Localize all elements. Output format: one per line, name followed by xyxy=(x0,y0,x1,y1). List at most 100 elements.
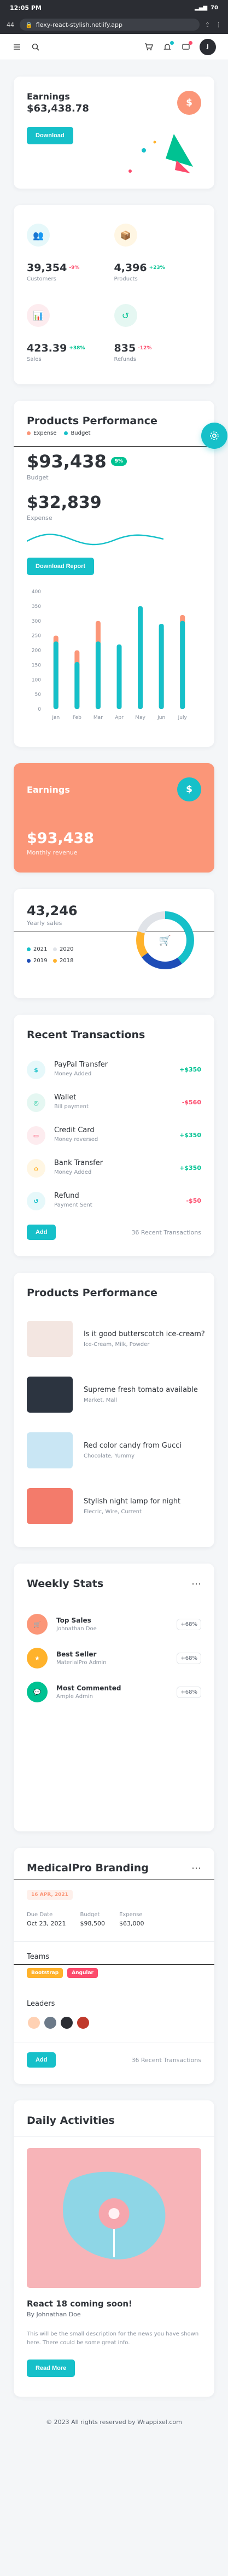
transaction-row[interactable]: ⌂ Bank Transfer Money Added +$350 xyxy=(27,1159,201,1178)
budget-value: $93,438 xyxy=(27,451,107,472)
legend-item: 2019 xyxy=(27,958,53,964)
settings-fab[interactable] xyxy=(201,423,227,449)
branding-count: 36 Recent Transactions xyxy=(131,2056,201,2064)
stat-value: 835 xyxy=(114,342,136,354)
y-tick-label: 50 xyxy=(35,692,42,698)
leader-avatar[interactable] xyxy=(60,2016,74,2030)
bar-budget xyxy=(74,662,80,709)
x-tick-label: Jan xyxy=(51,715,60,721)
x-tick-label: Jun xyxy=(157,715,165,721)
products-list-card: Products Performance Is it good buttersc… xyxy=(14,1273,214,1547)
y-tick-label: 200 xyxy=(32,648,41,654)
download-button[interactable]: Download xyxy=(27,127,73,144)
y-tick-label: 400 xyxy=(32,589,41,595)
expense-value: $32,839 xyxy=(27,493,102,512)
more-options-icon[interactable]: ⋯ xyxy=(191,1578,201,1590)
transactions-count: 36 Recent Transactions xyxy=(131,1228,201,1236)
daily-activities-card: Daily Activities React 18 coming soon! B… xyxy=(14,2100,214,2397)
stat-label: Customers xyxy=(27,276,56,282)
browser-bar: 44 🔒 flexy-react-stylish.netlify.app ⇪ ⋮ xyxy=(0,15,228,34)
credit-card-icon: ▭ xyxy=(27,1126,45,1145)
weekly-stat-info: Most Commented Ample Admin xyxy=(56,1684,121,1700)
earnings-card: Earnings $63,438.78 $ Download xyxy=(14,77,214,189)
stat-value-row: 4,396 +23% xyxy=(114,262,202,274)
search-icon[interactable] xyxy=(31,42,40,52)
messages-icon[interactable] xyxy=(181,40,192,52)
branding-card: MedicalPro Branding ⋯ 16 APR, 2021 Due D… xyxy=(14,1848,214,2084)
yearly-sales-donut: 🛒 xyxy=(136,911,194,969)
team-tag[interactable]: Angular xyxy=(67,1968,98,1978)
status-bar: 12:05 PM ▂▄▆ 70 xyxy=(0,0,228,15)
products-performance-title: Products Performance xyxy=(27,415,157,427)
download-report-button[interactable]: Download Report xyxy=(27,558,95,575)
earnings-title: Earnings xyxy=(27,91,70,102)
transaction-sub: Money Added xyxy=(54,1169,92,1175)
expense-sparkline xyxy=(27,534,163,546)
stat-change: -9% xyxy=(69,265,80,271)
browser-menu-icon[interactable]: ⋮ xyxy=(215,21,221,28)
team-tag[interactable]: Bootstrap xyxy=(27,1968,63,1978)
transaction-info: Refund Payment Sent xyxy=(54,1192,92,1208)
transaction-row[interactable]: $ PayPal Transfer Money Added +$350 xyxy=(27,1061,201,1079)
add-transaction-button[interactable]: Add xyxy=(27,1225,56,1240)
stat-products: 📦 4,396 +23% Products xyxy=(114,224,202,282)
activity-image xyxy=(27,2148,201,2288)
transaction-info: Wallet Bill payment xyxy=(54,1093,89,1110)
transaction-name: PayPal Transfer xyxy=(54,1061,108,1069)
transaction-amount: +$350 xyxy=(179,1164,201,1172)
paypal-icon: $ xyxy=(27,1061,45,1079)
user-avatar[interactable]: J xyxy=(200,38,216,55)
menu-icon[interactable] xyxy=(12,42,22,52)
stat-label: Products xyxy=(114,276,138,282)
transaction-sub: Money Added xyxy=(54,1071,92,1077)
stat-value-row: 39,354 -9% xyxy=(27,262,114,274)
bar-budget xyxy=(116,644,122,709)
read-more-button[interactable]: Read More xyxy=(27,2360,75,2377)
weekly-stat-info: Best Seller MaterialPro Admin xyxy=(56,1650,107,1666)
transaction-name: Bank Transfer xyxy=(54,1159,103,1167)
transaction-name: Credit Card xyxy=(54,1126,95,1134)
weekly-stat-row: 💬 Most Commented Ample Admin +68% xyxy=(27,1682,201,1702)
transaction-row[interactable]: ▭ Credit Card Money reversed +$350 xyxy=(27,1126,201,1145)
cart-icon[interactable] xyxy=(144,42,154,52)
legend-year: 2019 xyxy=(33,958,48,964)
leader-avatar[interactable] xyxy=(76,2016,90,2030)
dollar-icon: $ xyxy=(177,91,201,115)
branding-date-badge: 16 APR, 2021 xyxy=(27,1890,73,1900)
stat-refunds: ↺ 835 -12% Refunds xyxy=(114,304,202,362)
stat-label: Sales xyxy=(27,356,42,362)
branding-more-icon[interactable]: ⋯ xyxy=(191,1863,201,1874)
product-row[interactable]: Supreme fresh tomato available Market, Ma… xyxy=(27,1377,201,1413)
products-bar-chart: 0 50 100 150 200 250 300 350 400 Jan Feb Mar Apr May J… xyxy=(32,589,188,721)
star-icon: ★ xyxy=(27,1648,48,1668)
branding-col-label: Expense xyxy=(119,1912,143,1918)
weekly-stat-pill: +68% xyxy=(177,1686,201,1698)
bar-budget xyxy=(159,624,164,709)
product-name: Red color candy from Gucci xyxy=(84,1442,182,1450)
add-leader-button[interactable]: Add xyxy=(27,2052,56,2068)
leader-avatar[interactable] xyxy=(27,2016,41,2030)
leader-avatar[interactable] xyxy=(43,2016,57,2030)
transaction-sub: Bill payment xyxy=(54,1104,89,1110)
transaction-row[interactable]: ◎ Wallet Bill payment -$560 xyxy=(27,1093,201,1112)
product-row[interactable]: Red color candy from Gucci Chocolate, Yum… xyxy=(27,1432,201,1468)
notifications-icon[interactable] xyxy=(162,40,174,52)
signal-icon: ▂▄▆ xyxy=(195,4,208,11)
share-icon[interactable]: ⇪ xyxy=(205,21,210,28)
tab-count[interactable]: 44 xyxy=(7,21,14,28)
comment-icon: 💬 xyxy=(27,1682,48,1702)
transaction-row[interactable]: ↺ Refund Payment Sent -$50 xyxy=(27,1192,201,1210)
weekly-stat-title: Best Seller xyxy=(56,1650,97,1658)
url-bar[interactable]: 🔒 flexy-react-stylish.netlify.app xyxy=(20,19,200,31)
branding-col-value: Oct 23, 2021 xyxy=(27,1920,66,1927)
app-topbar: J xyxy=(0,34,228,60)
product-row[interactable]: Is it good butterscotch ice-cream? Ice-Cr… xyxy=(27,1321,205,1357)
product-tags: Elecric, Wire, Current xyxy=(84,1509,142,1515)
cart-icon: 🛒 xyxy=(159,934,171,946)
products-performance-card: Products Performance Expense Budget $93,… xyxy=(14,401,227,747)
stat-sales: 📊 423.39 +38% Sales xyxy=(27,304,114,362)
banner-title: Earnings xyxy=(27,784,70,795)
product-image xyxy=(27,1377,73,1413)
y-tick-label: 350 xyxy=(32,604,41,610)
product-row[interactable]: Stylish night lamp for night Elecric, Wir… xyxy=(27,1488,201,1524)
